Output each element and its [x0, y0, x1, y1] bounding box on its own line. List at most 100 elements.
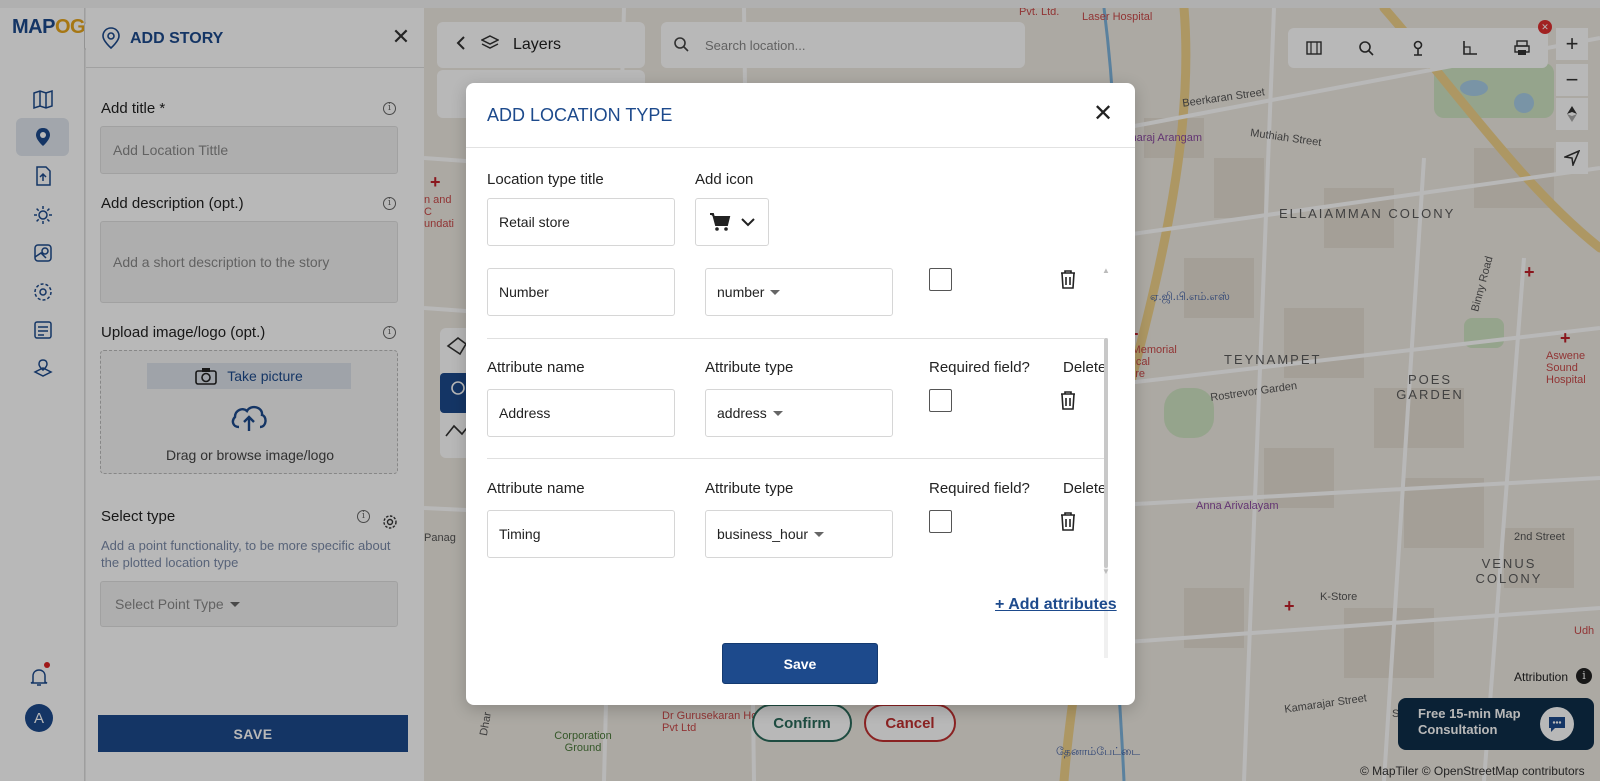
map-label-corporation: Corporation Ground [554, 730, 612, 754]
chat-icon[interactable] [1540, 707, 1574, 741]
report-icon [33, 321, 52, 339]
navigate-icon [1564, 150, 1580, 166]
trash-icon[interactable] [1059, 390, 1077, 410]
required-checkbox[interactable] [929, 389, 952, 412]
info-icon[interactable]: i [1576, 668, 1592, 684]
compass-icon [1567, 106, 1577, 122]
title-label: Add title * [101, 100, 166, 117]
zoom-in-button[interactable]: + [1556, 28, 1588, 60]
delete-label: Delete [1063, 359, 1107, 376]
select-type-help: Add a point functionality, to be more sp… [101, 538, 391, 570]
info-icon[interactable]: i [357, 510, 370, 523]
info-icon[interactable]: i [383, 197, 396, 210]
map-stories-icon [33, 244, 52, 262]
map-label-teynampet: TEYNAMPET [1224, 352, 1322, 367]
description-input[interactable]: Add a short description to the story [100, 221, 398, 303]
rail-gear-button[interactable] [16, 273, 69, 311]
compass-button[interactable] [1556, 98, 1588, 130]
close-icon[interactable]: ✕ [1091, 102, 1115, 127]
search-input[interactable]: Search location... [705, 38, 805, 53]
caret-down-icon [770, 289, 781, 295]
select-point-type-dropdown[interactable]: Select Point Type [100, 581, 398, 627]
search-location-bar[interactable]: Search location... [661, 22, 1025, 68]
save-story-button[interactable]: SAVE [98, 715, 408, 752]
layers-label: Layers [513, 36, 562, 53]
title-input[interactable]: Add Location Tittle [100, 126, 398, 174]
map-label-udh: Udh [1574, 625, 1595, 637]
print-icon[interactable] [1513, 39, 1531, 57]
add-icon-label: Add icon [695, 171, 754, 188]
polygon-tool-icon [446, 336, 468, 356]
attribute-name-input[interactable]: Address [487, 389, 675, 437]
icon-picker-dropdown[interactable] [695, 198, 769, 246]
scroll-down-icon[interactable]: ▼ [1102, 567, 1110, 576]
search-icon[interactable] [1357, 39, 1375, 57]
rail-map-button[interactable] [16, 80, 69, 118]
attribution-label[interactable]: Attribution [1514, 670, 1568, 684]
close-icon[interactable]: ✕ [390, 26, 412, 48]
upload-dropzone[interactable]: Take picture Drag or browse image/logo [100, 350, 398, 474]
trash-icon[interactable] [1059, 511, 1077, 531]
select-type-label: Select type [101, 508, 176, 525]
story-title: ADD STORY [130, 30, 224, 47]
scroll-up-icon[interactable]: ▲ [1102, 266, 1110, 275]
attribute-type-value: address [717, 405, 767, 421]
cancel-button[interactable]: Cancel [864, 704, 956, 742]
caret-down-icon [229, 601, 240, 607]
chevron-left-icon[interactable] [455, 35, 467, 55]
rail-settings-button[interactable] [16, 196, 69, 234]
layers-panel-header[interactable]: Layers [437, 22, 645, 68]
location-pin-icon [35, 128, 50, 146]
avatar[interactable]: A [25, 704, 53, 732]
user-location-icon[interactable] [1409, 39, 1427, 57]
attribute-type-select[interactable]: address [705, 389, 893, 437]
rail-story-button[interactable] [16, 118, 69, 156]
drag-browse-text: Drag or browse image/logo [165, 447, 335, 463]
map-toolbar [1288, 28, 1548, 68]
attribute-name-label: Attribute name [487, 480, 585, 497]
attribute-name-input[interactable]: Number [487, 268, 675, 316]
take-picture-button[interactable]: Take picture [147, 363, 351, 389]
rail-report-button[interactable] [16, 311, 69, 349]
info-icon[interactable]: i [383, 102, 396, 115]
add-attributes-link[interactable]: + Add attributes [995, 596, 1117, 614]
attribute-type-value: number [717, 284, 765, 300]
required-checkbox[interactable] [929, 510, 952, 533]
hospital-marker: + [430, 172, 441, 192]
add-location-type-modal: ADD LOCATION TYPE ✕ Location type title … [466, 83, 1135, 705]
notification-dot [44, 662, 50, 668]
rail-upload-button[interactable] [16, 157, 69, 195]
location-pin-icon [102, 27, 120, 50]
map-label-pvt-ltd: Pvt. Ltd. [1019, 8, 1060, 18]
story-header: ADD STORY ✕ [86, 8, 424, 68]
map-label-venus: VENUS COLONY [1475, 556, 1543, 586]
attribute-type-select[interactable]: business_hour [705, 510, 893, 558]
location-type-title-input[interactable]: Retail store [487, 198, 675, 246]
rail-map-stories-button[interactable] [16, 234, 69, 272]
cloud-upload-icon [231, 405, 267, 431]
confirm-button[interactable]: Confirm [752, 704, 852, 742]
close-badge-icon[interactable]: ✕ [1538, 20, 1552, 34]
required-checkbox[interactable] [929, 268, 952, 291]
rail-map-location-button[interactable] [16, 350, 69, 388]
save-button[interactable]: Save [722, 643, 878, 684]
scrollbar-thumb[interactable] [1104, 338, 1108, 568]
measure-icon[interactable] [1461, 39, 1479, 57]
map-label-aswene: Aswene Sound Hospital [1546, 350, 1586, 386]
attribute-type-select[interactable]: number [705, 268, 893, 316]
attribute-name-input[interactable]: Timing [487, 510, 675, 558]
trash-icon[interactable] [1059, 269, 1077, 289]
zoom-out-button[interactable]: − [1556, 64, 1588, 96]
gear-icon[interactable] [382, 514, 398, 530]
hospital-marker: + [1284, 596, 1295, 616]
navigate-button[interactable] [1556, 142, 1588, 174]
modal-header: ADD LOCATION TYPE ✕ [466, 83, 1135, 148]
map-label-2nd-street: 2nd Street [1514, 531, 1565, 543]
caret-down-icon [772, 410, 783, 416]
required-field-label: Required field? [929, 359, 1030, 376]
notification-bell-icon[interactable] [28, 666, 50, 688]
map-view-icon[interactable] [1305, 39, 1323, 57]
map-label-kstore: K-Store [1320, 591, 1358, 603]
info-icon[interactable]: i [383, 326, 396, 339]
modal-title: ADD LOCATION TYPE [487, 105, 673, 125]
